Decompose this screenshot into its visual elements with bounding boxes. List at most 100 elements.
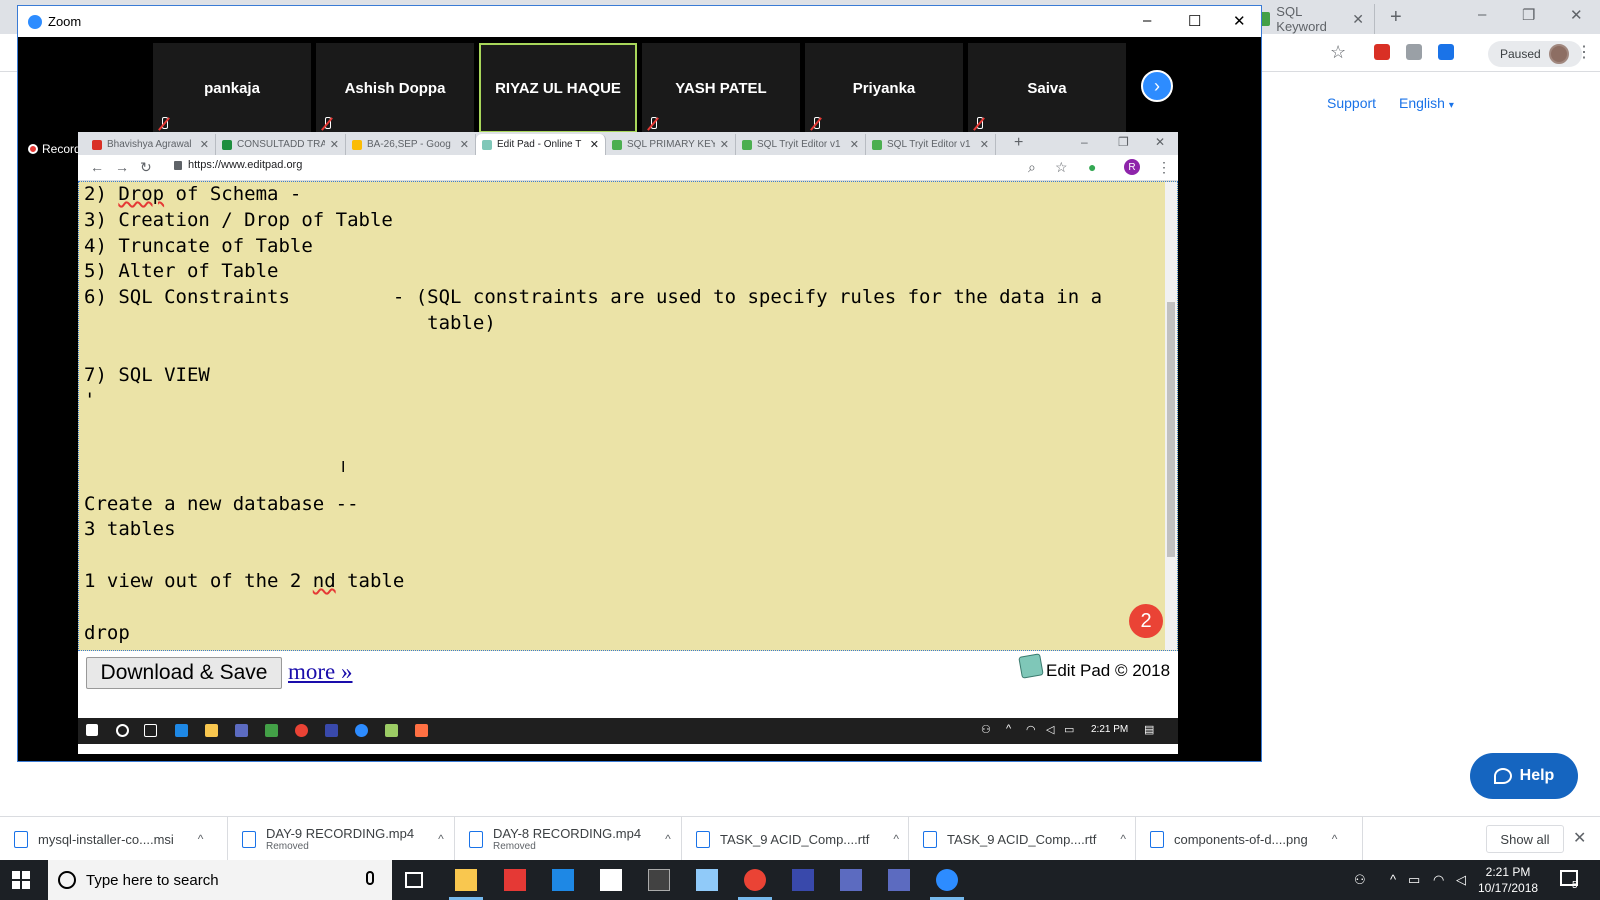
photos-icon[interactable] bbox=[696, 869, 718, 891]
zoom-app-icon[interactable] bbox=[936, 869, 958, 891]
minimize-icon[interactable]: – bbox=[1081, 135, 1088, 149]
chevron-up-icon[interactable]: ^ bbox=[198, 832, 204, 846]
chevron-up-icon[interactable]: ^ bbox=[893, 832, 899, 846]
store-icon[interactable] bbox=[504, 869, 526, 891]
participant-tile[interactable]: Priyanka bbox=[805, 43, 963, 133]
close-tab-icon[interactable]: ✕ bbox=[590, 138, 599, 151]
volume-icon[interactable]: ◁ bbox=[1046, 723, 1054, 736]
scrollbar-thumb[interactable] bbox=[1167, 302, 1175, 557]
spellcheck-word[interactable]: nd bbox=[313, 570, 336, 592]
notepad-icon[interactable] bbox=[385, 724, 398, 737]
next-participants-icon[interactable]: › bbox=[1141, 70, 1173, 102]
kebab-menu-icon[interactable]: ⋮ bbox=[1576, 42, 1592, 62]
spellcheck-word[interactable]: Drop bbox=[118, 183, 164, 205]
zoom-minimize-icon[interactable]: – bbox=[1143, 12, 1151, 29]
participant-tile-active-speaker[interactable]: RIYAZ UL HAQUE bbox=[479, 43, 637, 133]
reload-icon[interactable]: ↻ bbox=[140, 159, 152, 176]
wifi-icon[interactable]: ◠ bbox=[1026, 723, 1036, 736]
mysql-icon[interactable] bbox=[792, 869, 814, 891]
tray-chevron-icon[interactable]: ^ bbox=[1006, 723, 1011, 735]
workbench-icon[interactable] bbox=[840, 869, 862, 891]
download-save-button[interactable]: Download & Save bbox=[86, 657, 282, 689]
close-tab-icon[interactable]: ✕ bbox=[200, 138, 209, 151]
new-tab-icon[interactable]: + bbox=[1014, 134, 1023, 152]
download-item[interactable]: DAY-8 RECORDING.mp4 Removed ^ bbox=[455, 817, 682, 861]
editor-text[interactable]: 2) Drop of Schema - 3) Creation / Drop of… bbox=[84, 182, 1102, 650]
start-button[interactable] bbox=[12, 871, 30, 889]
task-view-icon[interactable] bbox=[405, 872, 423, 888]
restore-icon[interactable]: ❐ bbox=[1522, 6, 1535, 24]
shared-tab-active[interactable]: Edit Pad - Online T ✕ bbox=[476, 134, 606, 155]
close-tab-icon[interactable]: ✕ bbox=[330, 138, 339, 151]
file-explorer-icon[interactable] bbox=[205, 724, 218, 737]
download-item[interactable]: DAY-9 RECORDING.mp4 Removed ^ bbox=[228, 817, 455, 861]
download-item[interactable]: TASK_9 ACID_Comp....rtf ^ bbox=[909, 817, 1136, 861]
task-view-icon[interactable] bbox=[144, 724, 157, 737]
shared-tab[interactable]: SQL Tryit Editor v1 ✕ bbox=[736, 134, 866, 155]
keyboard-icon[interactable]: ▭ bbox=[1064, 723, 1074, 736]
profile-paused-button[interactable]: Paused bbox=[1488, 41, 1582, 67]
people-icon[interactable]: ⚇ bbox=[981, 723, 991, 736]
participant-tile[interactable]: Ashish Doppa bbox=[316, 43, 474, 133]
app-icon[interactable] bbox=[235, 724, 248, 737]
edge-icon[interactable] bbox=[552, 869, 574, 891]
zoom-magnifier-icon[interactable]: ⌕ bbox=[1028, 159, 1036, 176]
volume-icon[interactable]: ◁ bbox=[1456, 872, 1466, 888]
close-tab-icon[interactable]: ✕ bbox=[980, 138, 989, 151]
download-item[interactable]: TASK_9 ACID_Comp....rtf ^ bbox=[682, 817, 909, 861]
mail-icon[interactable] bbox=[600, 869, 622, 891]
show-all-button[interactable]: Show all bbox=[1486, 825, 1564, 853]
address-bar[interactable]: https://www.editpad.org bbox=[174, 159, 302, 171]
grammarly-icon[interactable]: ● bbox=[1088, 159, 1096, 175]
battery-icon[interactable]: ▭ bbox=[1408, 872, 1420, 888]
notification-badge[interactable]: 2 bbox=[1129, 604, 1163, 638]
bookmark-star-icon[interactable]: ☆ bbox=[1330, 42, 1346, 63]
app-icon[interactable] bbox=[325, 724, 338, 737]
close-tab-icon[interactable]: ✕ bbox=[460, 138, 469, 151]
chevron-up-icon[interactable]: ^ bbox=[438, 832, 444, 846]
participant-tile[interactable]: Saiva bbox=[968, 43, 1126, 133]
extension-io-icon[interactable] bbox=[1438, 44, 1454, 60]
new-tab-icon[interactable]: + bbox=[1390, 6, 1402, 29]
workbench-icon[interactable] bbox=[888, 869, 910, 891]
microphone-icon[interactable] bbox=[366, 871, 374, 885]
zoom-app-icon[interactable] bbox=[355, 724, 368, 737]
more-link[interactable]: more » bbox=[288, 659, 353, 685]
kebab-menu-icon[interactable]: ⋮ bbox=[1157, 159, 1171, 176]
support-link[interactable]: Support bbox=[1327, 95, 1376, 111]
chrome-icon[interactable] bbox=[744, 869, 766, 891]
edge-icon[interactable] bbox=[175, 724, 188, 737]
paint-icon[interactable] bbox=[415, 724, 428, 737]
start-icon[interactable] bbox=[86, 724, 98, 736]
text-editor[interactable]: 2) Drop of Schema - 3) Creation / Drop of… bbox=[78, 181, 1178, 651]
profile-avatar[interactable]: R bbox=[1124, 159, 1140, 175]
close-tab-icon[interactable]: ✕ bbox=[850, 138, 859, 151]
chevron-up-icon[interactable]: ^ bbox=[1120, 832, 1126, 846]
wifi-icon[interactable]: ◠ bbox=[1433, 872, 1444, 888]
background-tab[interactable]: SQL Keyword ✕ bbox=[1250, 4, 1375, 34]
shared-clock[interactable]: 2:21 PM bbox=[1091, 724, 1128, 735]
zoom-close-icon[interactable]: ✕ bbox=[1233, 12, 1246, 30]
chrome-icon[interactable] bbox=[295, 724, 308, 737]
shared-tab[interactable]: Bhavishya Agrawal ✕ bbox=[86, 134, 216, 155]
participant-tile[interactable]: YASH PATEL bbox=[642, 43, 800, 133]
download-item[interactable]: mysql-installer-co....msi ^ bbox=[0, 817, 228, 861]
participant-tile[interactable]: pankaja bbox=[153, 43, 311, 133]
download-item[interactable]: components-of-d....png ^ bbox=[1136, 817, 1363, 861]
language-dropdown[interactable]: English ▾ bbox=[1399, 95, 1454, 111]
help-button[interactable]: Help bbox=[1470, 753, 1578, 799]
restore-icon[interactable]: ❐ bbox=[1118, 135, 1129, 149]
forward-icon[interactable]: → bbox=[115, 159, 129, 175]
terminal-icon[interactable] bbox=[648, 869, 670, 891]
action-center-icon[interactable]: ▤ bbox=[1144, 723, 1154, 736]
people-icon[interactable]: ⚇ bbox=[1354, 872, 1366, 888]
chevron-up-icon[interactable]: ^ bbox=[1332, 832, 1338, 846]
grammar-extension-icon[interactable] bbox=[1406, 44, 1422, 60]
bookmark-star-icon[interactable]: ☆ bbox=[1055, 159, 1068, 176]
app-icon[interactable] bbox=[265, 724, 278, 737]
zoom-maximize-icon[interactable]: ☐ bbox=[1188, 12, 1201, 30]
back-icon[interactable]: ← bbox=[90, 159, 104, 175]
cortana-icon[interactable] bbox=[116, 724, 129, 737]
file-explorer-icon[interactable] bbox=[455, 869, 477, 891]
shared-tab[interactable]: SQL Tryit Editor v1 ✕ bbox=[866, 134, 996, 155]
